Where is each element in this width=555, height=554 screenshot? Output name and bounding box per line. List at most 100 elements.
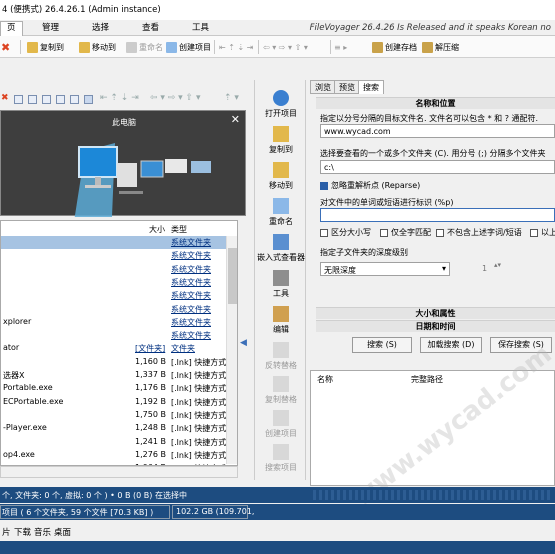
not-contain-checkbox[interactable]: 不包含上述字词/短语 — [436, 227, 522, 238]
edit-button[interactable]: 编辑 — [255, 306, 307, 335]
move-to-button[interactable]: 移动到 — [79, 40, 116, 54]
file-list: 大小 类型 系统文件夹 系统文件夹 系统文件夹 系统文件夹 系统文件夹 系统文件夹 xplo… — [0, 220, 238, 466]
view-icon[interactable] — [14, 95, 23, 104]
search-item-button[interactable]: 搜索项目 — [255, 444, 307, 473]
file-row[interactable]: 系统文件夹 — [1, 329, 227, 342]
scrollbar-thumb[interactable] — [228, 248, 237, 304]
view-icon[interactable] — [28, 95, 37, 104]
view-icon-active[interactable] — [84, 95, 93, 104]
words-input[interactable] — [320, 208, 555, 222]
tab-select[interactable]: 选择 — [86, 22, 115, 36]
tab-tools[interactable]: 工具 — [186, 22, 215, 36]
bottom-tab-bar: 片 下载 音乐 桌面 — [0, 521, 555, 541]
file-size: 1,276 B — [135, 449, 166, 459]
file-type: 系统文件夹 — [171, 317, 211, 327]
open-item-button[interactable]: 打开项目 — [255, 90, 307, 119]
rename-side-button[interactable]: 重命名 — [255, 198, 307, 227]
file-row[interactable]: xplorer 系统文件夹 — [1, 316, 227, 329]
copy-to-side-label: 复制到 — [269, 145, 293, 154]
bottom-tab-downloads[interactable]: 下载 — [14, 526, 31, 538]
column-full-path[interactable]: 完整路径 — [411, 374, 443, 385]
file-row[interactable]: -Player.exe 1,248 B [.lnk] 快捷方式 — [1, 422, 227, 435]
depth-select[interactable]: 无限深度 ▾ — [320, 262, 450, 276]
copy-tick-button[interactable]: 复制替格 — [255, 376, 307, 405]
depth-value: 无限深度 — [324, 266, 356, 275]
tab-preview[interactable]: 预览 — [334, 80, 360, 94]
vertical-scrollbar[interactable] — [226, 236, 237, 464]
menu-bar: 页 管理 选择 查看 工具 FileVoyager 26.4.26 Is Rel… — [0, 20, 555, 37]
create-item-side-button[interactable]: 创建项目 — [255, 410, 307, 439]
rename-button[interactable]: 重命名 — [126, 40, 163, 54]
tab-view[interactable]: 查看 — [136, 22, 165, 36]
horizontal-scrollbar[interactable] — [0, 466, 238, 478]
tab-browse[interactable]: 浏览 — [310, 80, 336, 94]
more-button[interactable]: ≡ ▸ — [334, 40, 347, 54]
column-name[interactable]: 名称 — [317, 374, 333, 385]
load-search-button[interactable]: 加载搜索 (D) — [420, 337, 482, 353]
file-row[interactable]: 系统文件夹 — [1, 236, 227, 249]
reverse-tick-button[interactable]: 反转替格 — [255, 342, 307, 371]
file-name: 选器X — [3, 371, 25, 380]
tab-home[interactable]: 页 — [0, 21, 23, 37]
extract-button[interactable]: 解压缩 — [422, 40, 459, 54]
exact-checkbox[interactable]: 仅全字匹配 — [380, 227, 431, 238]
collapse-arrow-icon[interactable]: ◀ — [240, 338, 247, 350]
embedded-viewer-button[interactable]: 嵌入式查看器 — [255, 234, 307, 263]
file-type: 系统文件夹 — [171, 304, 211, 314]
close-pane-icon[interactable]: ✖ — [1, 93, 9, 103]
delete-button[interactable]: ✖ — [1, 40, 14, 54]
file-row[interactable]: 1,241 B [.lnk] 快捷方式 — [1, 436, 227, 449]
bottom-tab-pictures[interactable]: 片 — [2, 526, 11, 538]
file-row[interactable]: op4.exe 1,276 B [.lnk] 快捷方式 — [1, 449, 227, 462]
file-type: [.lnk] 快捷方式 — [171, 371, 227, 380]
tab-manage[interactable]: 管理 — [36, 22, 65, 36]
bottom-bar — [0, 541, 555, 554]
view-icon[interactable] — [70, 95, 79, 104]
file-row[interactable]: 系统文件夹 — [1, 276, 227, 289]
middle-toolbar: 打开项目 复制到 移动到 重命名 嵌入式查看器 工具 编辑 反转替格 复制替格 — [254, 80, 306, 480]
left-pane-toolbar: ✖ ⇤ ⇡ ⇣ ⇥ ⇦ ▾ ⇨ ▾ ⇧ ▾ ⇡ ▾ — [0, 92, 248, 108]
case-checkbox[interactable]: 区分大小写 — [320, 227, 371, 238]
move-to-side-button[interactable]: 移动到 — [255, 162, 307, 191]
file-row[interactable]: 选器X 1,337 B [.lnk] 快捷方式 — [1, 369, 227, 382]
file-row[interactable]: Portable.exe 1,176 B [.lnk] 快捷方式 — [1, 382, 227, 395]
column-type[interactable]: 类型 — [171, 224, 187, 235]
file-row[interactable]: 系统文件夹 — [1, 263, 227, 276]
view-icon[interactable] — [42, 95, 51, 104]
file-row[interactable]: 系统文件夹 — [1, 289, 227, 302]
depth-number[interactable]: 1 — [482, 264, 487, 273]
file-row[interactable]: 1,750 B [.lnk] 快捷方式 — [1, 409, 227, 422]
search-button[interactable]: 搜索 (S) — [352, 337, 412, 353]
section-name-location[interactable]: 名称和位置 — [316, 97, 555, 109]
file-row[interactable]: 系统文件夹 — [1, 249, 227, 262]
copy-to-button[interactable]: 复制到 — [27, 40, 64, 54]
spinner-icon[interactable]: ▴▾ — [494, 261, 501, 269]
file-row[interactable]: 系统文件夹 — [1, 303, 227, 316]
file-row[interactable]: ECPortable.exe 1,192 B [.lnk] 快捷方式 — [1, 396, 227, 409]
create-item-button[interactable]: 创建项目 — [166, 40, 211, 54]
file-row[interactable]: ator [文件夹] 文件夹 — [1, 342, 227, 355]
column-size[interactable]: 大小 — [149, 224, 165, 235]
bottom-tab-music[interactable]: 音乐 — [34, 526, 51, 538]
file-row[interactable]: 1,160 B [.lnk] 快捷方式 — [1, 356, 227, 369]
nav-arrows-icon[interactable]: ⇤ ⇡ ⇣ ⇥ — [100, 93, 139, 103]
tab-search[interactable]: 搜索 — [358, 80, 384, 94]
names-input[interactable]: www.wycad.com — [320, 124, 555, 138]
release-message[interactable]: FileVoyager 26.4.26 Is Released and it s… — [310, 23, 551, 33]
up-arrow-icon[interactable]: ⇡ ▾ — [224, 93, 239, 103]
nav-buttons[interactable]: ⇤ ⇡ ⇣ ⇥ — [219, 40, 253, 54]
ignore-reparse-checkbox[interactable]: 忽略重解析点 (Reparse) — [320, 180, 420, 191]
section-size-attributes[interactable]: 大小和属性 — [316, 307, 555, 319]
above-checkbox[interactable]: 以上 — [530, 227, 555, 238]
tools-button[interactable]: 工具 — [255, 270, 307, 299]
view-icon[interactable] — [56, 95, 65, 104]
history-buttons[interactable]: ⇦ ▾ ⇨ ▾ ⇧ ▾ — [263, 40, 308, 54]
bottom-tab-desktop[interactable]: 桌面 — [54, 526, 71, 538]
history-arrows-icon[interactable]: ⇦ ▾ ⇨ ▾ ⇧ ▾ — [150, 93, 200, 103]
status-fill — [310, 490, 550, 500]
reverse-icon — [273, 342, 289, 358]
create-archive-button[interactable]: 创建存档 — [372, 40, 417, 54]
copy-to-side-button[interactable]: 复制到 — [255, 126, 307, 155]
section-date-time[interactable]: 日期和时间 — [316, 320, 555, 332]
folders-input[interactable]: c:\ — [320, 160, 555, 174]
